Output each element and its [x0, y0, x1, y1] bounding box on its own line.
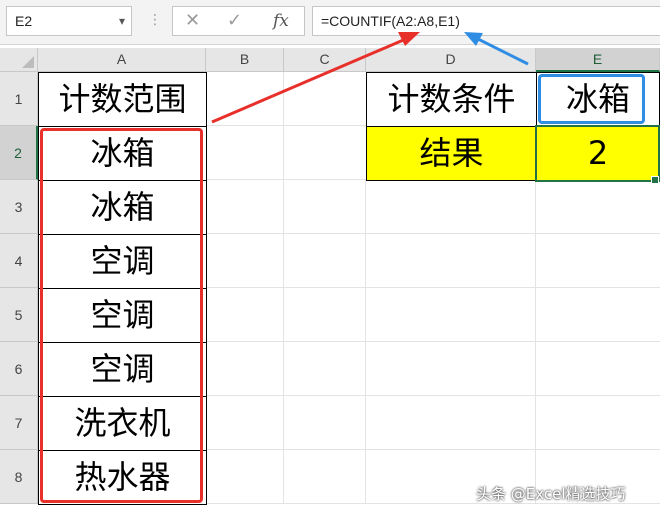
- red-arrow-head: [398, 32, 420, 46]
- blue-arrow: [475, 36, 529, 66]
- watermark: 头条 @Excel精选技巧: [476, 485, 626, 503]
- annotation-arrows: [211, 32, 529, 124]
- red-arrow: [211, 36, 409, 124]
